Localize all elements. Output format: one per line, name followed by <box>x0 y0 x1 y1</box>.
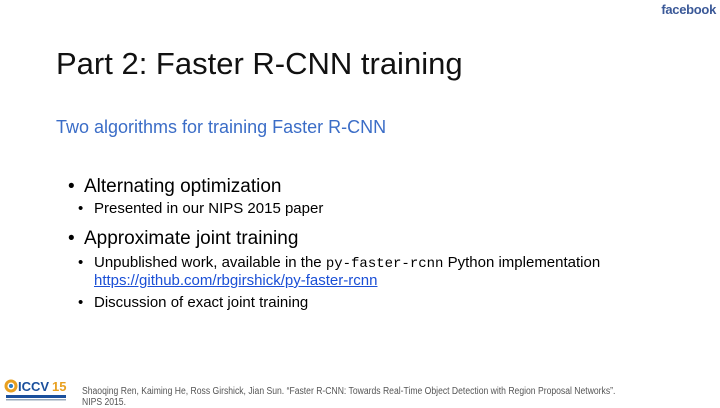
bullet-text: Unpublished work, available in the <box>94 254 326 271</box>
slide-subtitle: Two algorithms for training Faster R-CNN <box>56 117 387 137</box>
svg-text:ICCV: ICCV <box>18 379 49 394</box>
sub-bullet-1-1: • Presented in our NIPS 2015 paper <box>78 200 324 217</box>
bullet-1: • Alternating optimization <box>68 176 282 197</box>
code-text: py-faster-rcnn <box>325 256 444 272</box>
svg-text:15: 15 <box>52 379 66 394</box>
slide-title: Part 2: Faster R-CNN training <box>56 46 463 81</box>
iccv-logo: ICCV 15 <box>4 378 70 402</box>
iccv-logo-icon: ICCV 15 <box>4 379 66 401</box>
github-link[interactable]: https://github.com/rbgirshick/py-faster-… <box>94 272 377 289</box>
sub-bullet-2-1: • Unpublished work, available in the py-… <box>78 254 601 289</box>
bullet-text: Presented in our NIPS 2015 paper <box>94 200 324 217</box>
bullet-text: Python implementation <box>443 254 601 271</box>
bullet-text: Alternating optimization <box>84 176 282 197</box>
sub-bullet-2-2: • Discussion of exact joint training <box>78 294 309 311</box>
bullet-text: Discussion of exact joint training <box>94 294 309 311</box>
bullet-text: Approximate joint training <box>84 228 299 249</box>
bullet-2: • Approximate joint training <box>68 228 299 249</box>
facebook-logo: facebook <box>661 2 716 17</box>
